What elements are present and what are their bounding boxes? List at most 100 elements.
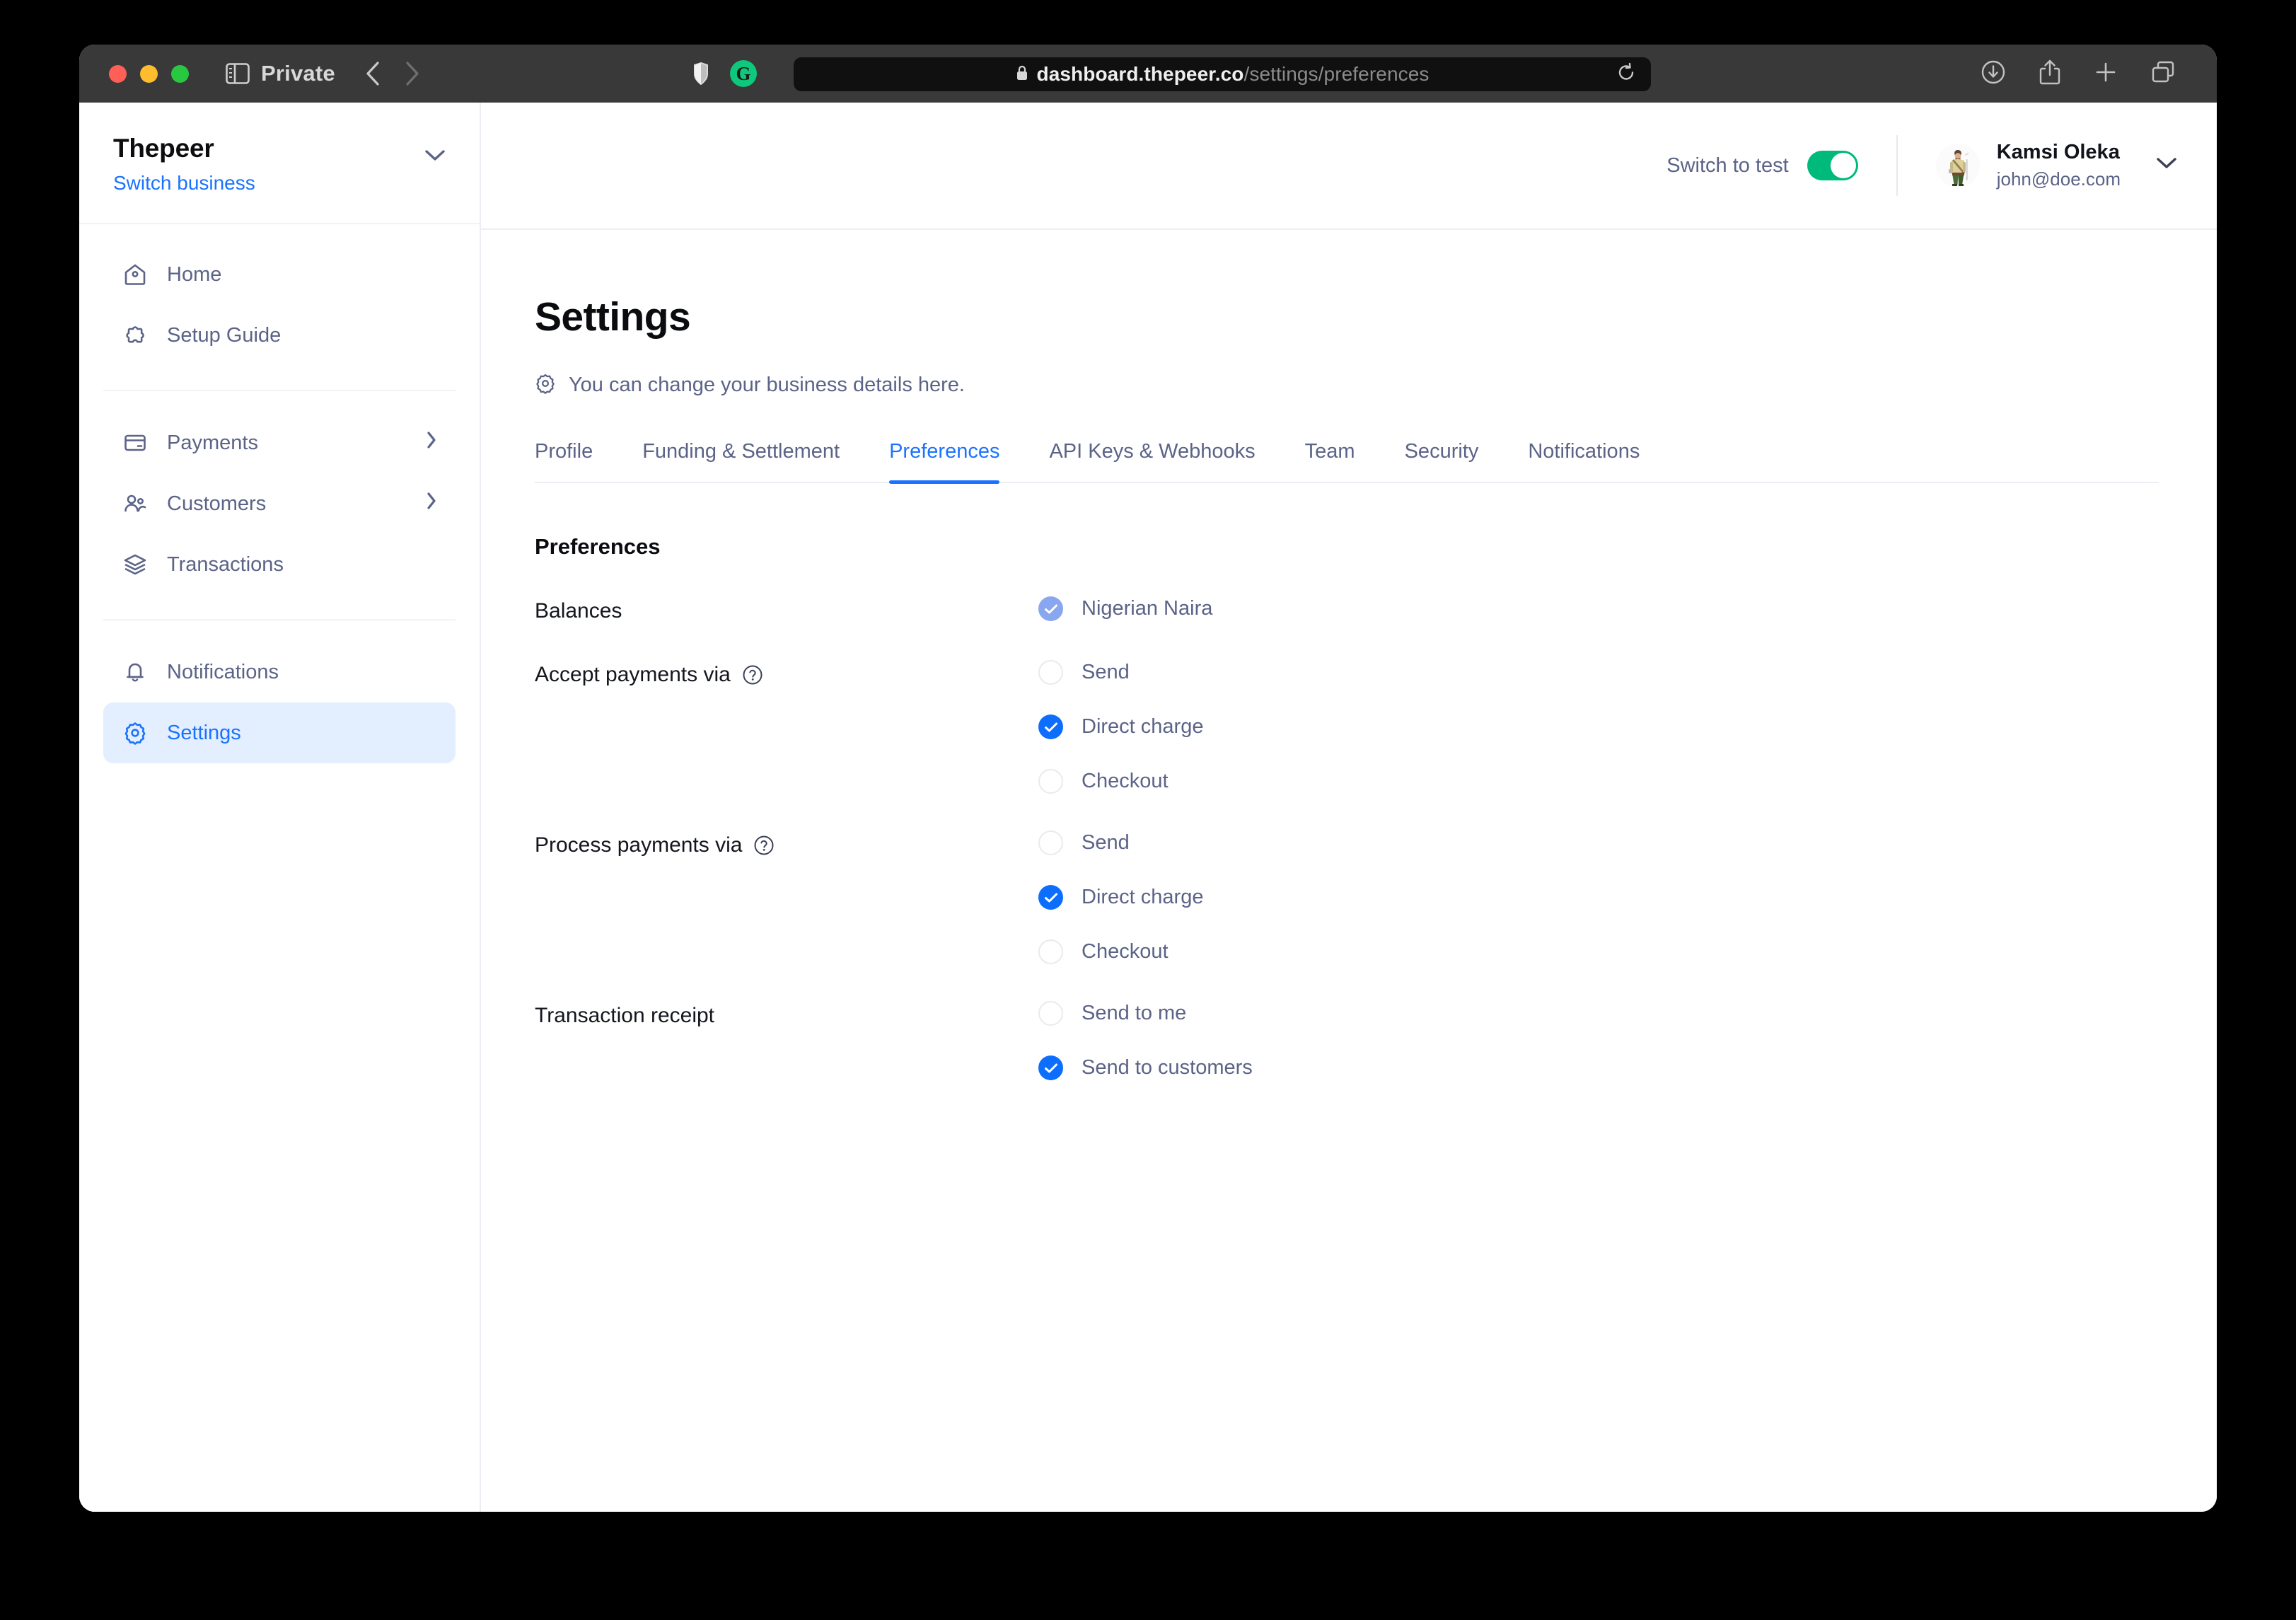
sidebar-item-setup-guide[interactable]: Setup Guide <box>103 305 456 366</box>
minimize-window-button[interactable] <box>140 64 158 83</box>
grammarly-extension-icon[interactable]: G <box>730 60 757 87</box>
chevron-down-icon[interactable] <box>2156 157 2177 173</box>
settings-tabs: Profile Funding & Settlement Preferences… <box>535 440 2159 484</box>
settings-content: Settings You can change your business de… <box>481 230 2217 1080</box>
toggle-knob <box>1830 153 1856 178</box>
tab-notifications[interactable]: Notifications <box>1528 440 1640 482</box>
sidebar-item-customers[interactable]: Customers <box>103 473 456 534</box>
sidebar-item-label: Customers <box>167 492 267 515</box>
users-icon <box>122 490 149 517</box>
checkbox-icon[interactable] <box>1038 939 1063 964</box>
sidebar-item-label: Home <box>167 262 222 286</box>
tab-api-keys-webhooks[interactable]: API Keys & Webhooks <box>1049 440 1255 482</box>
help-icon[interactable] <box>742 664 763 685</box>
checkbox-icon[interactable] <box>1038 714 1063 739</box>
checkbox-receipt-send-to-customers[interactable]: Send to customers <box>1038 1055 2217 1080</box>
sidebar-item-label: Transactions <box>167 552 284 576</box>
browser-titlebar: Private G dashboard.thepeer.co/settings/… <box>79 45 2217 103</box>
checkbox-receipt-send-to-me[interactable]: Send to me <box>1038 1001 2217 1026</box>
sidebar-group-primary: Home Setup Guide <box>79 224 480 373</box>
preference-label: Balances <box>535 599 1038 623</box>
help-icon[interactable] <box>753 835 775 856</box>
preference-label-text: Balances <box>535 599 622 623</box>
tab-team[interactable]: Team <box>1305 440 1355 482</box>
topbar-divider <box>1896 135 1898 196</box>
address-bar-text: dashboard.thepeer.co/settings/preference… <box>1037 63 1430 86</box>
chevron-right-icon[interactable] <box>426 492 437 516</box>
business-switcher[interactable]: Thepeer Switch business <box>79 103 480 224</box>
close-window-button[interactable] <box>109 64 127 83</box>
tab-preferences[interactable]: Preferences <box>889 440 1000 484</box>
app-topbar: Switch to test Kamsi Oleka john@doe.com <box>481 103 2217 230</box>
maximize-window-button[interactable] <box>171 64 189 83</box>
tab-security[interactable]: Security <box>1405 440 1479 482</box>
checkbox-label: Send <box>1082 831 1130 854</box>
checkbox-label: Send to customers <box>1082 1056 1253 1079</box>
back-arrow-icon[interactable] <box>365 61 381 86</box>
layers-icon <box>122 551 149 578</box>
browser-nav-arrows <box>365 61 420 86</box>
sidebar-group-account: Notifications Settings <box>79 620 480 770</box>
checkbox-label: Direct charge <box>1082 715 1204 738</box>
sidebar-item-transactions[interactable]: Transactions <box>103 534 456 595</box>
checkbox-nigerian-naira[interactable]: Nigerian Naira <box>1038 596 2217 621</box>
share-icon[interactable] <box>2039 59 2061 89</box>
tab-funding-settlement[interactable]: Funding & Settlement <box>642 440 840 482</box>
test-mode-switcher[interactable]: Switch to test <box>1666 151 1858 180</box>
switch-business-link[interactable]: Switch business <box>113 172 255 195</box>
checkbox-icon[interactable] <box>1038 1001 1063 1026</box>
checkbox-icon[interactable] <box>1038 660 1063 685</box>
sidebar-item-label: Payments <box>167 431 258 454</box>
address-bar[interactable]: dashboard.thepeer.co/settings/preference… <box>794 57 1651 91</box>
checkbox-label: Checkout <box>1082 770 1169 792</box>
checkbox-label: Send <box>1082 661 1130 683</box>
credit-card-icon <box>122 429 149 456</box>
chevron-down-icon[interactable] <box>424 149 446 166</box>
avatar <box>1935 143 1980 187</box>
checkbox-process-checkout[interactable]: Checkout <box>1038 939 2217 964</box>
download-icon[interactable] <box>1981 59 2006 88</box>
preferences-section-title: Preferences <box>535 534 661 559</box>
forward-arrow-icon[interactable] <box>405 61 420 86</box>
shield-icon[interactable] <box>692 62 710 86</box>
gear-icon <box>535 373 556 398</box>
preference-row-transaction-receipt: Transaction receipt Send to me Send to c… <box>535 1001 2217 1080</box>
preference-label-text: Transaction receipt <box>535 1004 715 1027</box>
sidebar: Thepeer Switch business Home Setup Guide… <box>79 103 481 1512</box>
page-subtitle: You can change your business details her… <box>535 373 2217 398</box>
private-mode-label: Private <box>261 61 335 86</box>
sidebar-toggle-icon[interactable] <box>226 63 250 84</box>
sidebar-item-home[interactable]: Home <box>103 244 456 305</box>
preference-row-accept-payments-via: Accept payments via Send Direct charge C… <box>535 660 2217 794</box>
checkbox-accept-checkout[interactable]: Checkout <box>1038 769 2217 794</box>
switch-to-test-label: Switch to test <box>1666 154 1789 177</box>
lock-icon <box>1016 64 1028 85</box>
checkbox-icon[interactable] <box>1038 831 1063 855</box>
url-host: dashboard.thepeer.co <box>1036 63 1244 85</box>
sidebar-item-payments[interactable]: Payments <box>103 412 456 473</box>
url-path: /settings/preferences <box>1243 63 1430 85</box>
checkbox-process-direct-charge[interactable]: Direct charge <box>1038 885 2217 910</box>
tab-profile[interactable]: Profile <box>535 440 593 482</box>
chevron-right-icon[interactable] <box>426 431 437 455</box>
tab-overview-icon[interactable] <box>2150 60 2176 88</box>
checkbox-icon[interactable] <box>1038 769 1063 794</box>
user-menu[interactable]: Kamsi Oleka john@doe.com <box>1935 139 2177 192</box>
checkbox-icon[interactable] <box>1038 1055 1063 1080</box>
user-email: john@doe.com <box>1996 168 2121 190</box>
preference-label-text: Process payments via <box>535 833 743 857</box>
preference-row-balances: Balances Nigerian Naira <box>535 596 2217 623</box>
sidebar-item-notifications[interactable]: Notifications <box>103 642 456 702</box>
checkbox-label: Checkout <box>1082 940 1169 963</box>
checkbox-icon[interactable] <box>1038 596 1063 621</box>
sidebar-item-settings[interactable]: Settings <box>103 702 456 763</box>
checkbox-icon[interactable] <box>1038 885 1063 910</box>
reload-icon[interactable] <box>1617 62 1635 86</box>
plus-icon[interactable] <box>2094 60 2118 88</box>
checkbox-process-send[interactable]: Send <box>1038 831 2217 855</box>
checkbox-accept-direct-charge[interactable]: Direct charge <box>1038 714 2217 739</box>
checkbox-accept-send[interactable]: Send <box>1038 660 2217 685</box>
user-name: Kamsi Oleka <box>1996 140 2120 163</box>
preference-label: Accept payments via <box>535 663 1038 687</box>
test-mode-toggle[interactable] <box>1807 151 1858 180</box>
